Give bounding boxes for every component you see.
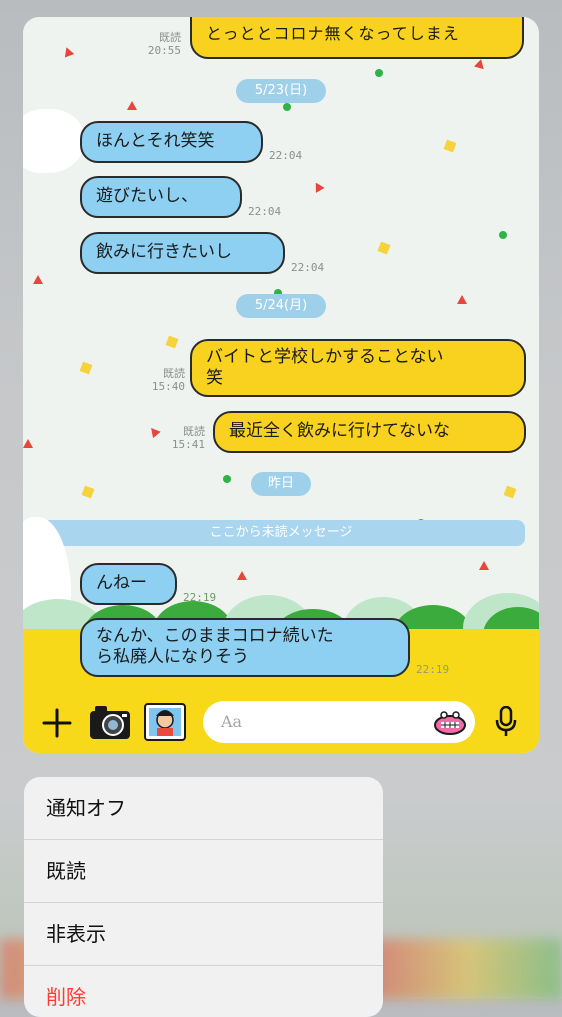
message-text: 飲みに行きたいし: [96, 242, 232, 262]
confetti: [375, 69, 383, 77]
read-label: 既読: [183, 425, 205, 438]
message-bubble-received[interactable]: んねー: [80, 563, 177, 605]
camera-icon[interactable]: [89, 703, 131, 741]
confetti: [479, 561, 489, 570]
message-bubble-received[interactable]: ほんとそれ笑笑: [80, 121, 263, 163]
message-text: ほんとそれ笑笑: [96, 131, 215, 151]
message-toolbar: Aa: [23, 691, 539, 753]
message-bubble-received[interactable]: 遊びたいし、: [80, 176, 242, 218]
message-text-line: バイトと学校しかすることない: [206, 347, 444, 367]
time-label: 22:19: [183, 591, 217, 604]
message-bubble-sent[interactable]: バイトと学校しかすることない 笑: [190, 339, 526, 397]
message-bubble-received[interactable]: なんか、このままコロナ続いた ら私廃人になりそう: [80, 618, 410, 677]
emoji-icon[interactable]: [433, 711, 467, 735]
confetti: [23, 439, 33, 448]
confetti: [499, 231, 507, 239]
date-separator: 昨日: [251, 472, 311, 496]
message-text: 最近全く飲みに行けてないな: [229, 421, 450, 441]
confetti: [81, 485, 95, 499]
confetti: [237, 571, 247, 580]
confetti: [311, 180, 325, 193]
unread-divider: ここから未読メッセージ: [37, 520, 525, 546]
confetti: [457, 295, 467, 304]
photo-icon[interactable]: [143, 702, 187, 742]
mic-icon[interactable]: [495, 706, 517, 738]
message-text-line: なんか、このままコロナ続いた: [96, 626, 334, 646]
input-placeholder: Aa: [221, 712, 243, 731]
time-label: 15:41: [171, 438, 205, 451]
confetti: [147, 424, 161, 439]
context-menu: 通知オフ 既読 非表示 削除: [24, 777, 383, 1017]
menu-item-mark-read[interactable]: 既読: [24, 840, 383, 903]
time-label: 22:04: [248, 205, 282, 218]
confetti: [503, 485, 517, 499]
confetti: [443, 139, 457, 153]
plus-icon[interactable]: [41, 707, 73, 739]
confetti: [283, 103, 291, 111]
message-text-line: 笑: [206, 368, 223, 388]
confetti: [377, 241, 391, 255]
read-label: 既読: [159, 31, 181, 44]
confetti: [33, 275, 43, 284]
menu-item-notifications-off[interactable]: 通知オフ: [24, 777, 383, 840]
confetti: [223, 475, 231, 483]
confetti: [165, 335, 179, 349]
message-text: とっととコロナ無くなってしまえ: [206, 24, 460, 43]
confetti: [79, 361, 93, 375]
date-separator: 5/23(日): [236, 79, 326, 103]
message-bubble-sent[interactable]: とっととコロナ無くなってしまえ: [190, 17, 524, 59]
avatar[interactable]: [23, 109, 85, 173]
menu-item-hide[interactable]: 非表示: [24, 903, 383, 966]
menu-item-delete[interactable]: 削除: [24, 966, 383, 1017]
time-label: 22:04: [269, 149, 303, 162]
confetti: [61, 45, 75, 58]
read-receipt-time: 既読 20:55: [145, 31, 181, 57]
message-bubble-received[interactable]: 飲みに行きたいし: [80, 232, 285, 274]
message-text: んねー: [96, 573, 147, 593]
read-receipt-time: 既読 15:40: [149, 367, 185, 393]
time-label: 20:55: [147, 44, 181, 57]
time-label: 22:19: [416, 663, 450, 676]
date-separator: 5/24(月): [236, 294, 326, 318]
confetti: [474, 57, 486, 70]
message-bubble-sent[interactable]: 最近全く飲みに行けてないな: [213, 411, 526, 453]
message-text-line: ら私廃人になりそう: [96, 647, 249, 667]
message-text: 遊びたいし、: [96, 186, 198, 206]
chat-preview-card[interactable]: 既読 20:55 とっととコロナ無くなってしまえ 5/23(日) ほんとそれ笑笑…: [23, 17, 539, 753]
read-label: 既読: [163, 367, 185, 380]
read-receipt-time: 既読 15:41: [169, 425, 205, 451]
time-label: 15:40: [151, 380, 185, 393]
time-label: 22:04: [291, 261, 325, 274]
confetti: [127, 101, 137, 110]
